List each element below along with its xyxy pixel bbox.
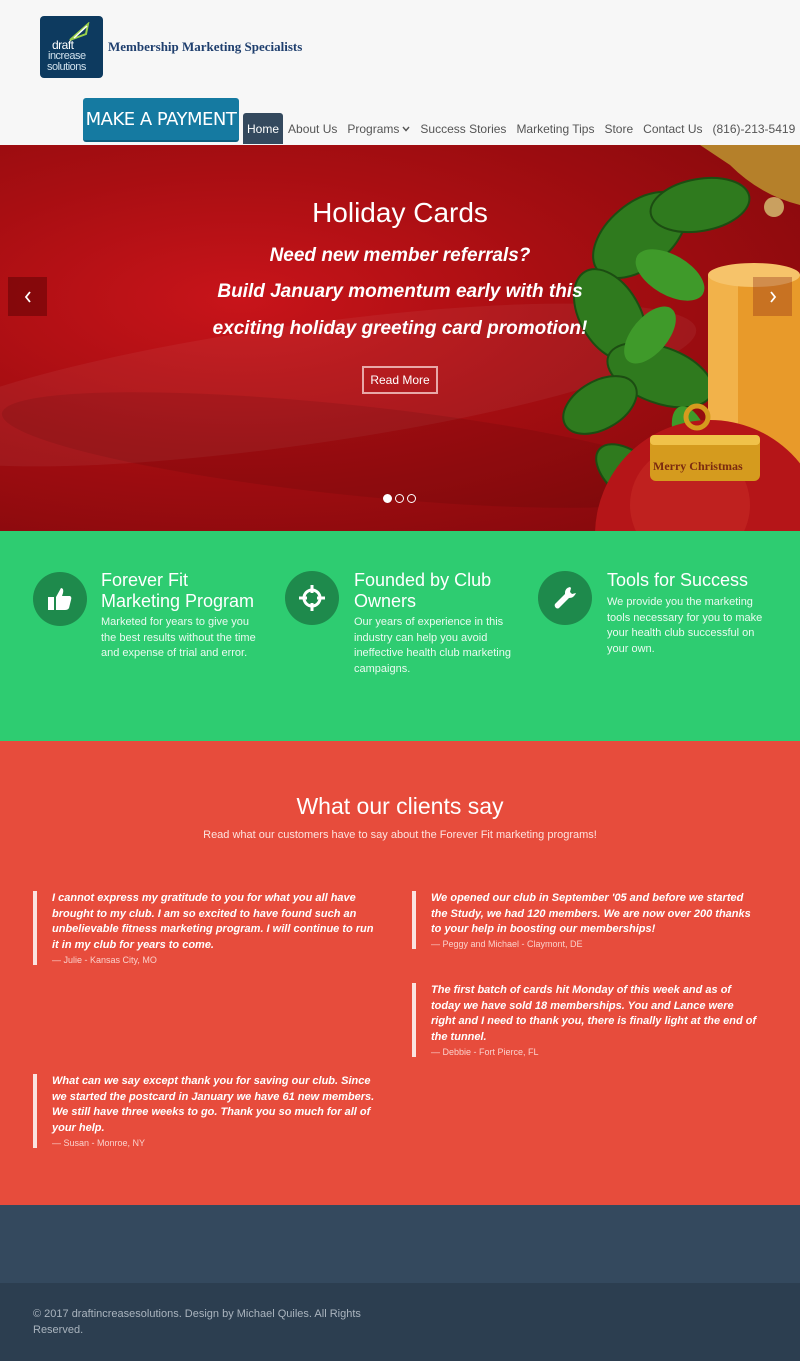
nav-item-marketing-tips[interactable]: Marketing Tips bbox=[511, 113, 599, 144]
copyright-text: © 2017 draftincreasesolutions. Design by… bbox=[33, 1308, 361, 1336]
testimonial-quote: I cannot express my gratitude to you for… bbox=[33, 891, 378, 965]
feature-text-tools: We provide you the marketing tools neces… bbox=[607, 596, 763, 655]
quote-author: — Julie - Kansas City, MO bbox=[52, 954, 157, 965]
slider-indicators bbox=[383, 494, 416, 503]
quote-text: What can we say except thank you for sav… bbox=[52, 1075, 375, 1135]
feature-title-line: Tools for Success bbox=[607, 570, 749, 590]
logo-text-solutions: solutions bbox=[47, 61, 86, 73]
nav-item-programs[interactable]: Programs bbox=[342, 113, 415, 144]
nav-label: About Us bbox=[288, 121, 338, 136]
nav-label: Programs bbox=[347, 121, 400, 136]
nav-item-home[interactable]: Home bbox=[243, 113, 284, 144]
read-more-button[interactable]: Read More bbox=[362, 366, 438, 394]
quote-author: — Peggy and Michael - Claymont, DE bbox=[431, 939, 583, 950]
feature-title-line: Owners bbox=[354, 591, 417, 611]
ornament-text: Merry Christmas bbox=[653, 459, 743, 473]
testimonial-quote: We opened our club in September '05 and … bbox=[412, 891, 757, 950]
feature-title-line: Marketing Program bbox=[101, 591, 255, 611]
feature-title-tools: Tools for Success bbox=[607, 570, 787, 591]
nav-label: Success Stories bbox=[420, 121, 507, 136]
testimonials-subtitle: Read what our customers have to say abou… bbox=[203, 829, 597, 841]
chevron-down-icon bbox=[402, 124, 410, 134]
slider-next-button[interactable] bbox=[753, 277, 792, 316]
hero-slider: Merry Christmas Holiday Cards Need new m… bbox=[0, 145, 800, 531]
slider-dot-2[interactable] bbox=[395, 494, 404, 503]
quote-text: The first batch of cards hit Monday of t… bbox=[431, 984, 757, 1044]
feature-title-line: Forever Fit bbox=[101, 570, 189, 590]
nav-item-phone[interactable]: (816)-213-5419 bbox=[708, 113, 800, 144]
nav-item-about-us[interactable]: About Us bbox=[283, 113, 342, 144]
quote-text: We opened our club in September '05 and … bbox=[431, 892, 751, 936]
crosshair-icon bbox=[285, 571, 339, 625]
testimonial-quote: The first batch of cards hit Monday of t… bbox=[412, 983, 757, 1057]
feature-text-founded: Our years of experience in this industry… bbox=[354, 616, 511, 675]
site-footer: © 2017 draftincreasesolutions. Design by… bbox=[0, 1283, 800, 1361]
quote-author: — Debbie - Fort Pierce, FL bbox=[431, 1046, 539, 1057]
make-a-payment-button[interactable]: MAKE A PAYMENT bbox=[83, 98, 239, 142]
hero-line-3: exciting holiday greeting card promotion… bbox=[212, 318, 588, 339]
testimonials-title: What our clients say bbox=[296, 793, 504, 819]
feature-title-founded: Founded by Club Owners bbox=[354, 570, 524, 612]
hero-line-1: Need new member referrals? bbox=[269, 245, 531, 266]
chevron-left-icon bbox=[24, 290, 31, 303]
hero-line-2: Build January momentum early with this bbox=[217, 281, 583, 302]
nav-label: Home bbox=[247, 121, 280, 136]
slider-dot-1[interactable] bbox=[383, 494, 392, 503]
nav-item-contact-us[interactable]: Contact Us bbox=[638, 113, 707, 144]
logo[interactable]: draft increase solutions bbox=[40, 16, 103, 78]
thumbs-up-icon bbox=[33, 572, 87, 626]
wrench-icon bbox=[538, 571, 592, 625]
chevron-right-icon bbox=[769, 290, 776, 303]
site-header: draft increase solutions Membership Mark… bbox=[0, 0, 800, 145]
slider-prev-button[interactable] bbox=[8, 277, 47, 316]
feature-text-forever-fit: Marketed for years to give you the best … bbox=[101, 616, 256, 659]
quote-text: I cannot express my gratitude to you for… bbox=[52, 892, 374, 952]
footer-widgets bbox=[0, 1205, 800, 1283]
feature-title-line: Founded by Club bbox=[354, 570, 492, 590]
nav-label: Store bbox=[604, 121, 634, 136]
nav-item-success-stories[interactable]: Success Stories bbox=[415, 113, 511, 144]
feature-title-forever-fit: Forever Fit Marketing Program bbox=[101, 570, 281, 612]
testimonial-quote: What can we say except thank you for sav… bbox=[33, 1074, 378, 1148]
site-tagline: Membership Marketing Specialists bbox=[108, 39, 303, 54]
nav-label: Contact Us bbox=[643, 121, 703, 136]
slider-dot-3[interactable] bbox=[407, 494, 416, 503]
nav-label: (816)-213-5419 bbox=[712, 121, 796, 136]
nav-label: Marketing Tips bbox=[516, 121, 595, 136]
quote-author: — Susan - Monroe, NY bbox=[52, 1137, 146, 1148]
nav-item-store[interactable]: Store bbox=[599, 113, 638, 144]
testimonials-section: What our clients say Read what our custo… bbox=[0, 741, 800, 1205]
hero-title: Holiday Cards bbox=[312, 197, 488, 228]
features-section: Forever Fit Marketing Program Marketed f… bbox=[0, 531, 800, 741]
main-nav: Home About Us Programs Success Stories M… bbox=[243, 113, 800, 144]
